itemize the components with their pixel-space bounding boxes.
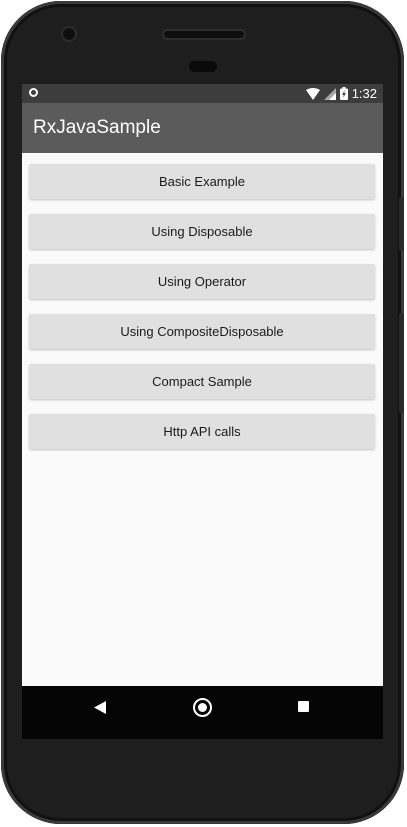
circle-notification-icon [29, 88, 38, 97]
basic-example-button[interactable]: Basic Example [29, 164, 375, 199]
sensor [189, 61, 217, 72]
button-list: Basic Example Using Disposable Using Ope… [29, 164, 375, 464]
front-camera [63, 28, 75, 40]
volume-button [399, 313, 404, 413]
using-compositedisposable-button[interactable]: Using CompositeDisposable [29, 314, 375, 349]
status-bar: 1:32 [22, 84, 383, 103]
power-button [399, 197, 404, 251]
signal-icon [323, 87, 336, 100]
screen: 1:32 RxJavaSample Basic Example Using Di… [22, 84, 383, 686]
back-icon[interactable] [94, 701, 106, 714]
using-operator-button[interactable]: Using Operator [29, 264, 375, 299]
status-icons: 1:32 [305, 86, 377, 101]
app-title: RxJavaSample [33, 117, 161, 138]
using-disposable-button[interactable]: Using Disposable [29, 214, 375, 249]
http-api-calls-button[interactable]: Http API calls [29, 414, 375, 449]
earpiece-speaker [164, 31, 244, 38]
app-bar: RxJavaSample [22, 103, 383, 153]
compact-sample-button[interactable]: Compact Sample [29, 364, 375, 399]
status-time: 1:32 [351, 86, 377, 101]
navigation-bar [22, 686, 383, 739]
battery-icon [339, 87, 348, 100]
wifi-icon [305, 87, 320, 100]
home-icon[interactable] [193, 698, 212, 717]
recents-icon[interactable] [298, 701, 309, 712]
